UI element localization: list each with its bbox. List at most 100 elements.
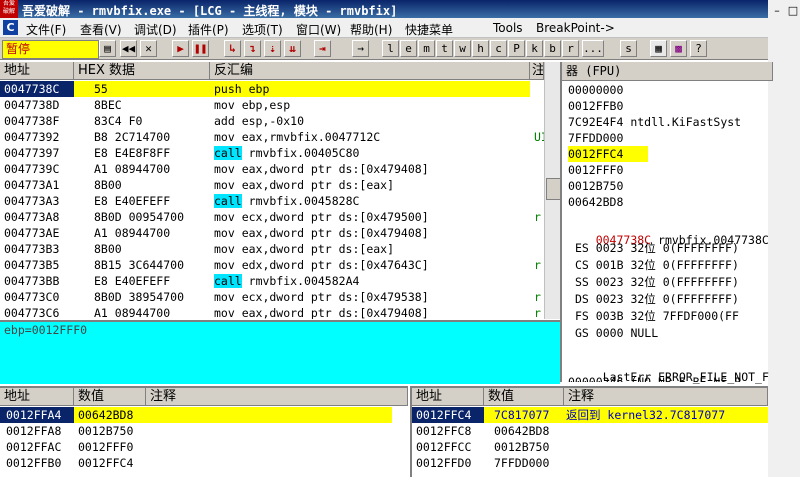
disasm-row[interactable]: 004773B5 8B15 3C644700 mov edx,dword ptr d… xyxy=(0,257,544,273)
title-bar[interactable]: 吾爱 破解 吾爱破解 - rmvbfix.exe - [LCG - 主线程, 模块… xyxy=(0,0,768,18)
toolbar-executables-button[interactable]: e xyxy=(400,40,417,57)
stack-row[interactable]: 0012FFD0 7FFDD000 xyxy=(412,455,768,471)
toolbar-threads-button[interactable]: t xyxy=(436,40,453,57)
instruction-text: mov edx,dword ptr ds:[0x47643C] xyxy=(214,258,429,272)
disasm-row[interactable]: 004773B3 8B00 mov eax,dword ptr ds:[eax] xyxy=(0,241,544,257)
stack-row[interactable]: 0012FFC8 00642BD8 xyxy=(412,423,768,439)
disasm-row[interactable]: 0047738D 8BEC mov ebp,esp xyxy=(0,97,544,113)
register-row[interactable]: 0012FFB0 xyxy=(568,98,623,114)
menu-tools[interactable]: Tools xyxy=(493,21,523,35)
options-icon[interactable]: ▦ xyxy=(650,40,667,57)
dump-row[interactable]: 0012FFB0 0012FFC4 xyxy=(0,455,392,471)
toolbar-callstack-button[interactable]: k xyxy=(526,40,543,57)
disasm-row[interactable]: 00477397 E8 E4E8F8FF call rmvbfix.00405C80 xyxy=(0,145,544,161)
stack-row[interactable]: 0012FFCC 0012B750 xyxy=(412,439,768,455)
dump-header-address[interactable]: 地址 xyxy=(0,388,74,406)
toolbar-patches-button[interactable]: P xyxy=(508,40,525,57)
toolbar-memory-button[interactable]: m xyxy=(418,40,435,57)
cpu-window-icon[interactable]: C xyxy=(3,20,18,35)
disasm-hex: 55 xyxy=(74,81,210,97)
dump-pane[interactable]: 地址 数值 注释 0012FFA4 00642BD8 0012FFA8 0012B75… xyxy=(0,386,408,477)
disasm-row[interactable]: 004773BB E8 E40EFEFF call rmvbfix.004582A4 xyxy=(0,273,544,289)
segment-row[interactable]: DS 0023 32位 0(FFFFFFFF) xyxy=(575,291,739,307)
dump-header-comment[interactable]: 注释 xyxy=(146,388,408,406)
segment-row[interactable]: FS 003B 32位 7FFDF000(FF xyxy=(575,308,739,324)
register-row[interactable]: 0012B750 xyxy=(568,178,623,194)
menu-window[interactable]: 窗口(W) xyxy=(296,21,341,38)
register-row[interactable]: 0012FFF0 xyxy=(568,162,623,178)
disasm-row[interactable]: 004773A3 E8 E40EFEFF call rmvbfix.0045828C xyxy=(0,193,544,209)
segment-row[interactable]: GS 0000 NULL xyxy=(575,325,665,341)
col-header-comment[interactable]: 注 xyxy=(530,62,544,80)
disasm-row[interactable]: 0047738C 55 push ebp xyxy=(0,81,544,97)
lasterr-row[interactable]: LastErr ERROR_FILE_NOT_F xyxy=(575,353,769,384)
disasm-row[interactable]: 004773C0 8B0D 38954700 mov ecx,dword ptr d… xyxy=(0,289,544,305)
instruction-text: rmvbfix.00405C80 xyxy=(248,146,360,160)
toolbar-references-button[interactable]: r xyxy=(562,40,579,57)
open-icon[interactable]: ▤ xyxy=(99,40,116,57)
menu-view[interactable]: 查看(V) xyxy=(80,21,122,38)
disasm-row[interactable]: 004773AE A1 08944700 mov eax,dword ptr ds:… xyxy=(0,225,544,241)
close-icon[interactable]: ✕ xyxy=(140,40,157,57)
register-row[interactable]: 7FFDD000 xyxy=(568,130,623,146)
register-row[interactable]: 0012FFC4 xyxy=(568,146,648,162)
run-icon[interactable]: ▶ xyxy=(172,40,189,57)
register-row[interactable]: 00642BD8 xyxy=(568,194,623,210)
menu-debug[interactable]: 调试(D) xyxy=(134,21,177,38)
col-header-hex[interactable]: HEX 数据 xyxy=(74,62,210,80)
pause-icon[interactable]: ❚❚ xyxy=(192,40,209,57)
step-over-icon[interactable]: ↴ xyxy=(244,40,261,57)
disasm-row[interactable]: 0047738F 83C4 F0 add esp,-0x10 xyxy=(0,113,544,129)
stack-header-comment[interactable]: 注释 xyxy=(564,388,768,406)
dump-row[interactable]: 0012FFAC 0012FFF0 xyxy=(0,439,392,455)
register-row[interactable]: 7C92E4F4 ntdll.KiFastSyst xyxy=(568,114,741,130)
stack-row[interactable]: 0012FFC4 7C817077 返回到 kernel32.7C817077 xyxy=(412,407,768,423)
register-row[interactable]: 00000000 xyxy=(568,82,623,98)
col-header-address[interactable]: 地址 xyxy=(0,62,74,80)
toolbar-runtrace-button[interactable]: ... xyxy=(582,40,604,57)
register-eip[interactable]: 0047738C rmvbfix.0047738C xyxy=(568,216,769,247)
disasm-address: 004773A8 xyxy=(4,210,60,224)
plugin-icon[interactable]: ▩ xyxy=(670,40,687,57)
menu-breakpoint[interactable]: BreakPoint-> xyxy=(536,21,615,35)
goto-icon[interactable]: → xyxy=(352,40,369,57)
dump-row[interactable]: 0012FFA8 0012B750 xyxy=(0,423,392,439)
disasm-row[interactable]: 004773A8 8B0D 00954700 mov ecx,dword ptr d… xyxy=(0,209,544,225)
menu-plugins[interactable]: 插件(P) xyxy=(188,21,229,38)
rewind-icon[interactable]: ◀◀ xyxy=(120,40,137,57)
menu-file[interactable]: 文件(F) xyxy=(26,21,66,38)
minimize-icon[interactable]: – xyxy=(770,4,784,18)
stack-header-value[interactable]: 数值 xyxy=(484,388,564,406)
disassembly-pane[interactable]: 0047738C 55 push ebp 0047738D 8BEC mov ebp,es… xyxy=(0,81,544,319)
toolbar-windows-button[interactable]: w xyxy=(454,40,471,57)
disasm-row[interactable]: 00477392 B8 2C714700 mov eax,rmvbfix.00477… xyxy=(0,129,544,145)
segment-row[interactable]: ES 0023 32位 0(FFFFFFFF) xyxy=(575,240,739,256)
disasm-row[interactable]: 004773A1 8B00 mov eax,dword ptr ds:[eax] xyxy=(0,177,544,193)
stack-pane[interactable]: 地址 数值 注释 0012FFC4 7C817077 返回到 kernel32.7C… xyxy=(410,386,768,477)
toolbar-log-button[interactable]: l xyxy=(382,40,399,57)
menu-options[interactable]: 选项(T) xyxy=(242,21,283,38)
toolbar-handles-button[interactable]: h xyxy=(472,40,489,57)
segment-row[interactable]: CS 001B 32位 0(FFFFFFFF) xyxy=(575,257,739,273)
disasm-row[interactable]: 004773C6 A1 08944700 mov eax,dword ptr ds:… xyxy=(0,305,544,319)
step-into-icon[interactable]: ↳ xyxy=(224,40,241,57)
toolbar-breakpoints-button[interactable]: b xyxy=(544,40,561,57)
execute-till-return-icon[interactable]: ⇥ xyxy=(314,40,331,57)
toolbar-cpu-button[interactable]: c xyxy=(490,40,507,57)
disasm-row[interactable]: 0047739C A1 08944700 mov eax,dword ptr ds:… xyxy=(0,161,544,177)
disasm-scrollbar[interactable] xyxy=(544,62,561,319)
col-header-disasm[interactable]: 反汇编 xyxy=(210,62,530,80)
toolbar-source-button[interactable]: s xyxy=(620,40,637,57)
registers-pane[interactable]: 器 (FPU) 00000000 0012FFB0 7C92E4F4 ntdll.K… xyxy=(560,62,773,384)
trace-over-icon[interactable]: ⇊ xyxy=(284,40,301,57)
dump-header-value[interactable]: 数值 xyxy=(74,388,146,406)
help-icon[interactable]: ? xyxy=(690,40,707,57)
disasm-scroll-thumb[interactable] xyxy=(546,178,561,200)
menu-help[interactable]: 帮助(H) xyxy=(350,21,392,38)
dump-row[interactable]: 0012FFA4 00642BD8 xyxy=(0,407,392,423)
maximize-icon[interactable]: □ xyxy=(786,4,800,18)
stack-header-address[interactable]: 地址 xyxy=(412,388,484,406)
segment-row[interactable]: SS 0023 32位 0(FFFFFFFF) xyxy=(575,274,739,290)
trace-into-icon[interactable]: ⇣ xyxy=(264,40,281,57)
menu-shortcut[interactable]: 快捷菜单 xyxy=(405,21,453,38)
